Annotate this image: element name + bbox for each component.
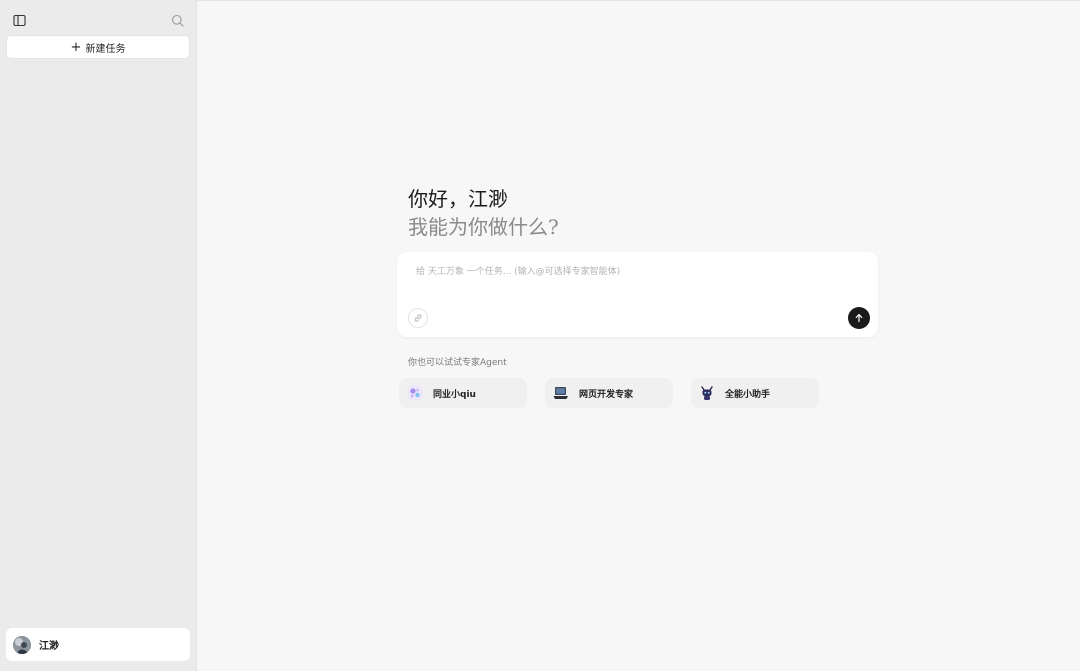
agent-chip-web-dev[interactable]: 网页开发专家 bbox=[545, 378, 673, 408]
agent-list: 同业小qiu 网页开发专家 全能小助手 bbox=[399, 378, 819, 408]
new-task-button[interactable]: + 新建任务 bbox=[7, 36, 189, 58]
greeting: 你好，江渺 我能为你做什么? bbox=[408, 185, 559, 241]
sidebar-toggle-button[interactable] bbox=[9, 10, 29, 30]
sidebar-toggle-icon bbox=[12, 14, 26, 26]
greeting-subtitle: 我能为你做什么? bbox=[408, 215, 559, 239]
user-name: 江渺 bbox=[39, 641, 59, 652]
greeting-title: 你好，江渺 bbox=[408, 187, 508, 211]
agent-label: 全能小助手 bbox=[725, 389, 771, 400]
sidebar-header bbox=[0, 0, 196, 38]
sparkle-agent-icon bbox=[405, 383, 425, 403]
plus-icon: + bbox=[70, 39, 82, 55]
agent-chip-tongye[interactable]: 同业小qiu bbox=[399, 378, 527, 408]
robot-agent-icon bbox=[697, 383, 717, 403]
attach-link-button[interactable] bbox=[408, 308, 428, 328]
main-content: 你好，江渺 我能为你做什么? 你也可以试试专家Agent bbox=[197, 0, 1080, 671]
user-profile-card[interactable]: 江渺 bbox=[6, 628, 190, 661]
arrow-up-icon bbox=[855, 314, 863, 323]
new-task-label: 新建任务 bbox=[85, 43, 126, 55]
send-button[interactable] bbox=[848, 307, 870, 329]
agent-label: 同业小qiu bbox=[433, 389, 476, 400]
app-window: + 新建任务 江渺 你好，江渺 我能为你做什么? 给 天工万象 一个任务... … bbox=[0, 0, 1080, 671]
search-icon bbox=[171, 14, 184, 27]
agent-chip-all-round[interactable]: 全能小助手 bbox=[691, 378, 819, 408]
task-input[interactable] bbox=[414, 262, 858, 282]
agent-label: 网页开发专家 bbox=[579, 389, 634, 400]
link-icon bbox=[414, 314, 422, 322]
task-input-box bbox=[397, 252, 878, 337]
sidebar: + 新建任务 江渺 bbox=[0, 0, 197, 671]
avatar bbox=[13, 635, 31, 654]
search-button[interactable] bbox=[167, 10, 187, 30]
agents-section-label: 你也可以试试专家Agent bbox=[408, 358, 507, 368]
laptop-agent-icon bbox=[551, 383, 571, 403]
